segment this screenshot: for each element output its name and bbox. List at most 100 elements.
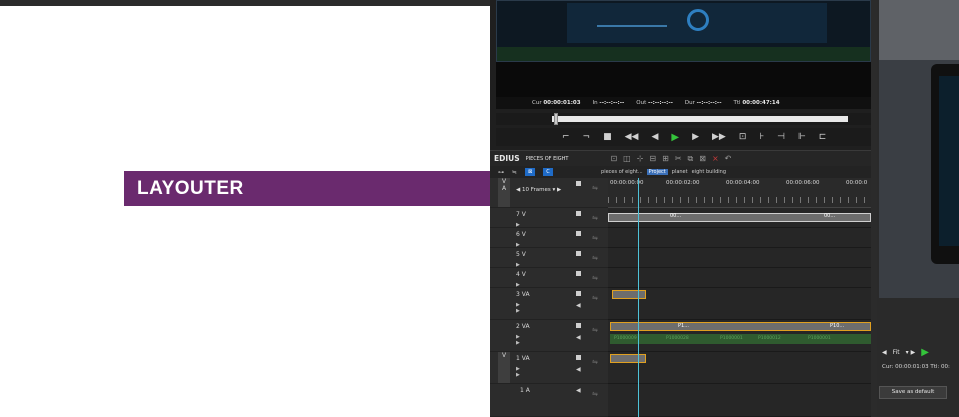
- track-lanes: 00... 00... P1... P10... P1000009 P10000…: [608, 208, 871, 417]
- link-icon: ⇋: [592, 358, 598, 366]
- track-header-5v[interactable]: 5 V ▶ ⇋: [490, 248, 608, 268]
- sequence-tabs: pieces of eight... Project planet eight …: [601, 169, 726, 175]
- mode-icon[interactable]: ⊟: [649, 154, 662, 163]
- stop-icon[interactable]: ■: [603, 132, 612, 142]
- insert-icon[interactable]: ⊡: [739, 132, 747, 142]
- video-toggle[interactable]: [576, 323, 581, 328]
- track-toggle[interactable]: [576, 181, 581, 186]
- track-header-1a[interactable]: 1 A ◀ ⇋: [490, 384, 608, 417]
- new-seq-icon[interactable]: ◫: [623, 154, 637, 163]
- video-toggle[interactable]: [576, 271, 581, 276]
- link-icon: ⇋: [592, 184, 598, 192]
- fit-select[interactable]: Fit: [893, 346, 900, 360]
- playhead[interactable]: [638, 178, 639, 417]
- ruler-tc-1: 00:00:02:00: [666, 180, 700, 186]
- track-header-2va[interactable]: 2 VA ▶ ▶ ◀ ⇋: [490, 320, 608, 352]
- prev-icon[interactable]: ◀: [882, 346, 887, 360]
- link-icon: ⇋: [592, 254, 598, 262]
- copy-icon[interactable]: ⧉: [688, 154, 700, 163]
- preview-keyboard: [497, 47, 870, 61]
- preview-band: [879, 0, 959, 60]
- timecode-ttl: Ttl 00:00:47:14: [733, 100, 780, 106]
- cut-icon[interactable]: ✂: [675, 154, 688, 163]
- track-header-3va[interactable]: 3 VA ▶ ▶ ◀ ⇋: [490, 288, 608, 320]
- preview-letterbox: [496, 62, 871, 97]
- clip-3va[interactable]: [612, 290, 646, 299]
- tab-project[interactable]: Project: [646, 169, 668, 175]
- preview-dial: [687, 9, 709, 31]
- video-toggle[interactable]: [576, 291, 581, 296]
- video-toggle[interactable]: [576, 251, 581, 256]
- timeline-area[interactable]: 00:00:00:00 00:00:02:00 00:00:04:00 00:0…: [608, 178, 871, 417]
- track-header-1va[interactable]: V 1 VA ▶ ▶ ◀ ⇋: [490, 352, 608, 384]
- link-icon: ⇋: [592, 294, 598, 302]
- audio-label: P1000009: [614, 336, 637, 341]
- preview-waveform: [597, 11, 667, 27]
- timeline-header: EDIUS PIECES OF EIGHT ⊡◫⊹⊟⊞✂⧉⊠×↶: [490, 150, 871, 166]
- timeline-ruler[interactable]: 00:00:00:00 00:00:02:00 00:00:04:00 00:0…: [608, 178, 871, 208]
- preview-monitor: [496, 0, 871, 62]
- audio-icon[interactable]: ◀: [576, 302, 581, 309]
- delete-icon[interactable]: ×: [712, 154, 725, 163]
- video-toggle[interactable]: [576, 211, 581, 216]
- folder-icon[interactable]: ⊡: [610, 154, 623, 163]
- sync-button[interactable]: ⊠: [525, 168, 536, 176]
- audio-icon[interactable]: ◀: [576, 387, 581, 394]
- lane-5v[interactable]: [608, 248, 871, 268]
- track-header-6v[interactable]: 6 V ▶ ⇋: [490, 228, 608, 248]
- snap-icon[interactable]: ⊶: [498, 169, 504, 176]
- audio-icon[interactable]: ◀: [576, 334, 581, 341]
- zoom-row: VA ◀ 10 Frames ▾ ▶ ⇋: [490, 178, 608, 208]
- scrub-bar[interactable]: [496, 113, 871, 125]
- video-toggle[interactable]: [576, 231, 581, 236]
- tab-planet[interactable]: planet: [672, 169, 688, 175]
- fit-dropdown-icon[interactable]: ▾ ▶: [906, 346, 916, 360]
- step-forward-icon[interactable]: ▶: [692, 132, 699, 142]
- clip-label: P1...: [678, 323, 689, 329]
- track-header-7v[interactable]: 7 V ▶ ⇋: [490, 208, 608, 228]
- export-icon[interactable]: ⊏: [819, 132, 827, 142]
- track-header-4v[interactable]: 4 V ▶ ⇋: [490, 268, 608, 288]
- mark-out-icon[interactable]: ¬: [583, 132, 591, 142]
- clip-icon[interactable]: ⊞: [662, 154, 675, 163]
- mark-in-icon[interactable]: ⌐: [562, 132, 570, 142]
- audio-label: P1000001: [720, 336, 743, 341]
- fast-forward-icon[interactable]: ▶▶: [712, 132, 726, 142]
- lane-1a[interactable]: [608, 384, 871, 417]
- tab-eight-building[interactable]: eight building: [692, 169, 726, 175]
- transport-controls: ⌐ ¬ ■ ◀◀ ◀ ▶ ▶ ▶▶ ⊡ ⊦ ⊣ ⊩ ⊏: [496, 128, 871, 146]
- lane-1va[interactable]: [608, 352, 871, 384]
- match-frame-icon[interactable]: ⊩: [798, 132, 806, 142]
- project-name: PIECES OF EIGHT: [525, 155, 569, 162]
- scrub-handle[interactable]: [554, 113, 558, 125]
- tab-pieces-of-eight[interactable]: pieces of eight...: [601, 169, 643, 175]
- clip-1va[interactable]: [610, 354, 646, 363]
- save-as-default-button[interactable]: Save as default: [879, 386, 947, 399]
- lane-7v[interactable]: 00... 00...: [608, 208, 871, 228]
- undo-icon[interactable]: ↶: [725, 154, 738, 163]
- step-back-icon[interactable]: ◀: [651, 132, 658, 142]
- audio-icon[interactable]: ◀: [576, 366, 581, 373]
- ripple-icon[interactable]: ≒: [512, 169, 517, 176]
- play-icon[interactable]: ▶: [921, 346, 929, 360]
- clip-label: 00...: [670, 213, 682, 219]
- tools-icon[interactable]: ⊹: [637, 154, 650, 163]
- timecode-cur: Cur 00:00:01:03: [532, 100, 581, 106]
- trim-in-icon[interactable]: ⊦: [759, 132, 764, 142]
- video-toggle[interactable]: [576, 355, 581, 360]
- lane-4v[interactable]: [608, 268, 871, 288]
- lane-2va[interactable]: P1... P10... P1000009 P1000028 P1000001 …: [608, 320, 871, 352]
- zoom-select[interactable]: ◀ 10 Frames ▾ ▶: [516, 187, 561, 193]
- lane-3va[interactable]: [608, 288, 871, 320]
- timecode-readout: Cur 00:00:01:03 In --:--:--:-- Out --:--…: [496, 97, 871, 109]
- trim-out-icon[interactable]: ⊣: [777, 132, 785, 142]
- lane-6v[interactable]: [608, 228, 871, 248]
- rewind-icon[interactable]: ◀◀: [625, 132, 639, 142]
- play-icon[interactable]: ▶: [671, 132, 679, 143]
- scrub-track[interactable]: [552, 116, 848, 122]
- paste-icon[interactable]: ⊠: [699, 154, 712, 163]
- audio-label: P1000012: [758, 336, 781, 341]
- timecode-in: In --:--:--:--: [592, 100, 625, 106]
- link-button[interactable]: C: [543, 168, 554, 176]
- secondary-preview-panel: ◀ Fit ▾ ▶ ▶ Cur: 00:00:01:03 Ttl: 00: Sa…: [877, 0, 959, 417]
